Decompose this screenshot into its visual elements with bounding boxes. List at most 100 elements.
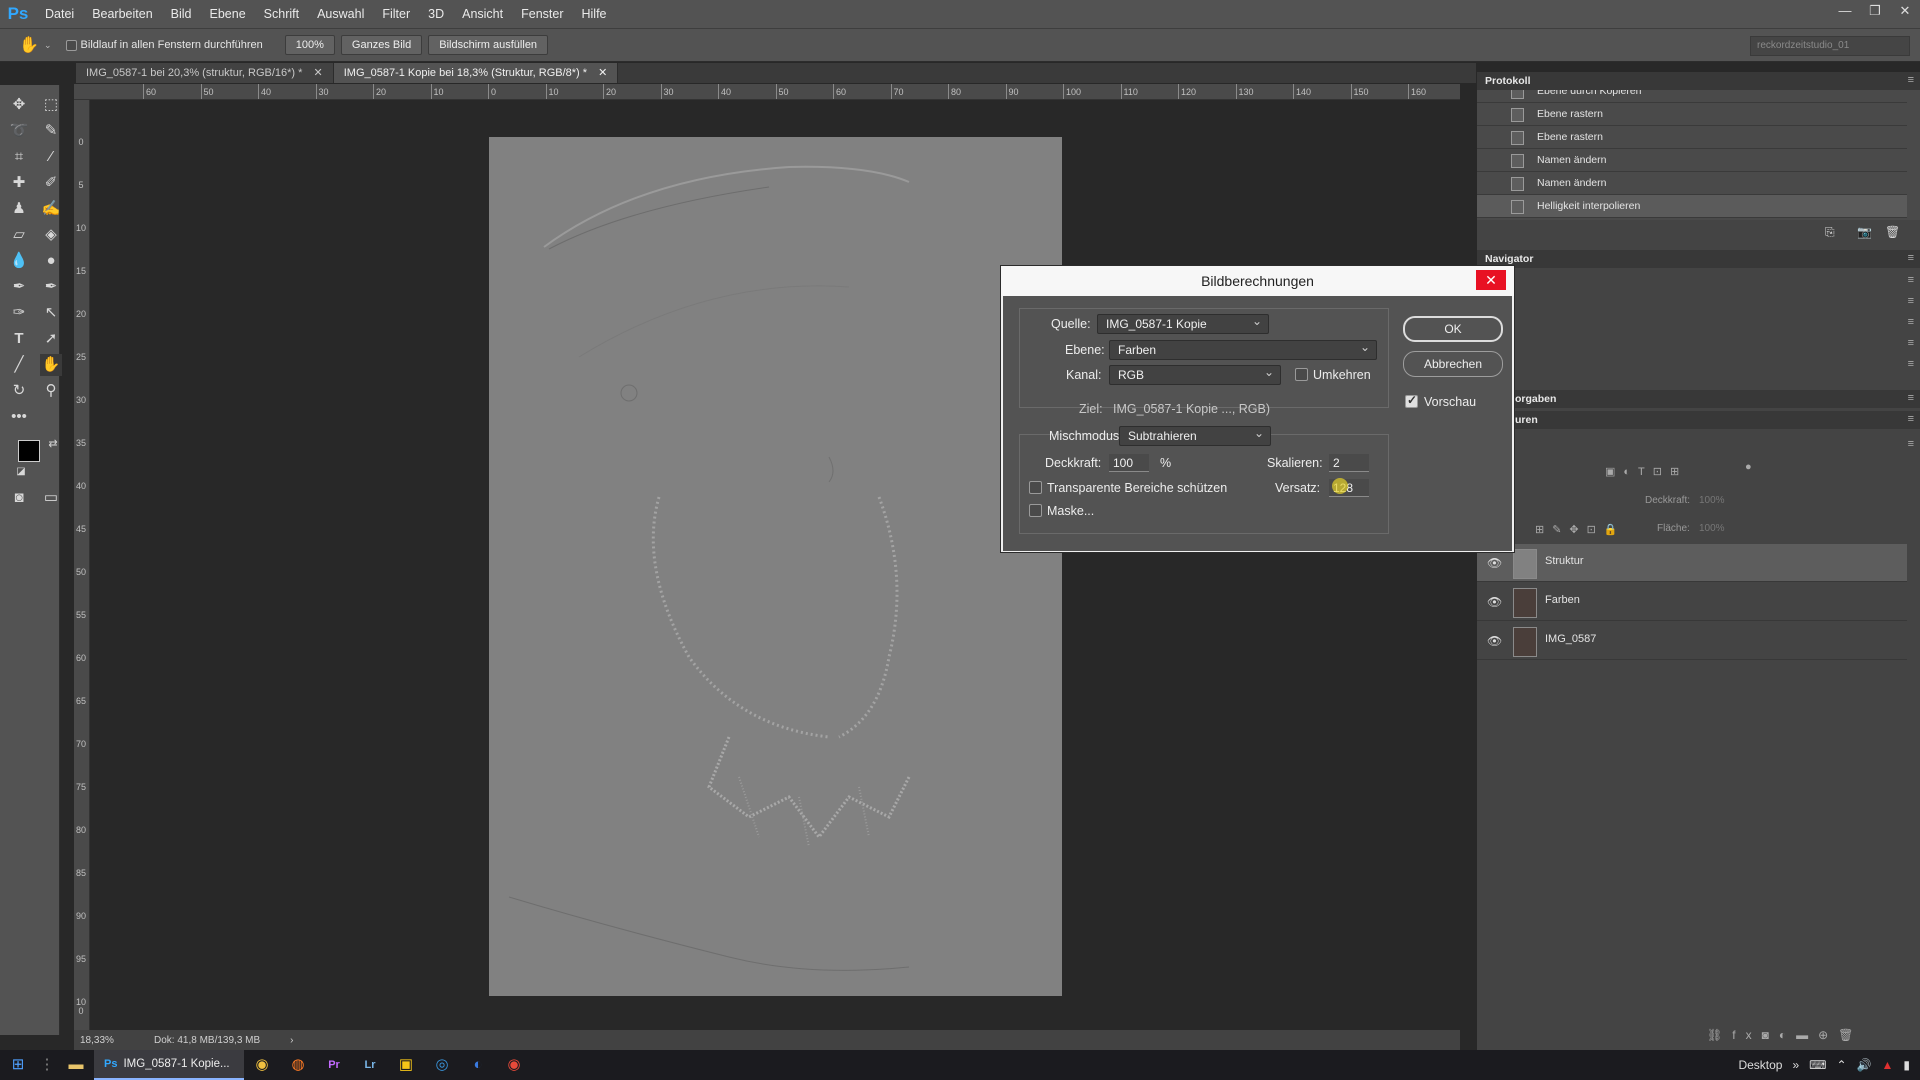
panel-menu-icon[interactable]: ≡: [1908, 252, 1914, 264]
panel-title-partial[interactable]: uren: [1477, 411, 1920, 429]
taskbar-photoshop[interactable]: Ps IMG_0587-1 Kopie...: [94, 1050, 244, 1080]
filter-toggle-icon[interactable]: ●: [1745, 461, 1752, 473]
lightroom-icon[interactable]: Lr: [352, 1050, 388, 1080]
history-item[interactable]: Ebene durch Kopieren: [1477, 90, 1907, 103]
firefox-icon[interactable]: ◍: [280, 1050, 316, 1080]
preview-checkbox[interactable]: [1405, 393, 1418, 408]
history-panel-title[interactable]: Protokoll: [1477, 72, 1920, 90]
layer-filter-icons[interactable]: ▣◐T⊡⊞: [1605, 465, 1735, 479]
panel-menu-icon[interactable]: ≡: [1908, 74, 1914, 86]
zoom-100-button[interactable]: 100%: [284, 35, 335, 55]
menu-datei[interactable]: Datei: [36, 0, 83, 28]
scroll-all-checkbox[interactable]: [65, 39, 77, 51]
close-tab-icon[interactable]: ✕: [598, 67, 607, 79]
marquee-tool-icon[interactable]: ⬚: [40, 94, 62, 116]
trash-icon[interactable]: 🗑: [1885, 225, 1900, 239]
blend-mode-select[interactable]: Subtrahieren: [1119, 424, 1271, 446]
windows-start-icon[interactable]: ⊞: [0, 1050, 36, 1080]
visibility-eye-icon[interactable]: 👁: [1487, 595, 1502, 609]
opacity-value[interactable]: 100%: [1699, 495, 1725, 506]
history-item[interactable]: Ebene rastern: [1477, 103, 1907, 126]
notification-icon[interactable]: ▲: [1882, 1058, 1894, 1072]
premiere-icon[interactable]: Pr: [316, 1050, 352, 1080]
panel-menu-icon[interactable]: ≡: [1908, 392, 1914, 404]
desktop-toolbar-label[interactable]: Desktop: [1738, 1058, 1782, 1072]
navigator-panel-title[interactable]: Navigator: [1477, 250, 1920, 268]
quick-mask-icon[interactable]: ◙: [8, 487, 30, 509]
visibility-eye-icon[interactable]: 👁: [1487, 634, 1502, 648]
visibility-eye-icon[interactable]: 👁: [1487, 556, 1502, 570]
network-icon[interactable]: ▮: [1903, 1058, 1910, 1072]
tab-document-1[interactable]: IMG_0587-1 bei 20,3% (struktur, RGB/16*)…: [76, 63, 334, 83]
direct-select-tool-icon[interactable]: ➚: [40, 328, 62, 350]
history-brush-tool-icon[interactable]: ✍: [40, 198, 62, 220]
blur-tool-icon[interactable]: 💧: [8, 250, 30, 272]
status-arrow-icon[interactable]: ›: [290, 1035, 293, 1046]
workspace-select[interactable]: reckordzeitstudio_01: [1750, 36, 1910, 56]
default-colors-icon[interactable]: ◪: [10, 461, 32, 483]
close-tab-icon[interactable]: ✕: [314, 67, 323, 79]
show-hidden-icon[interactable]: ⌃: [1836, 1058, 1846, 1072]
menu-bearbeiten[interactable]: Bearbeiten: [83, 0, 161, 28]
history-item[interactable]: Ebene rastern: [1477, 126, 1907, 149]
eyedropper-tool-icon[interactable]: ⁄: [40, 146, 62, 168]
move-tool-icon[interactable]: ✥: [8, 94, 30, 116]
dialog-close-button[interactable]: ✕: [1476, 270, 1506, 290]
rotate-view-tool-icon[interactable]: ↻: [8, 380, 30, 402]
folder-icon[interactable]: ▣: [388, 1050, 424, 1080]
preserve-transparency-checkbox[interactable]: [1029, 481, 1042, 494]
menu-3d[interactable]: 3D: [419, 0, 453, 28]
history-item-selected[interactable]: Helligkeit interpolieren: [1477, 195, 1907, 218]
line-tool-icon[interactable]: ╱: [8, 354, 30, 376]
eraser-tool-icon[interactable]: ▱: [8, 224, 30, 246]
quick-select-tool-icon[interactable]: ✎: [40, 120, 62, 142]
tray-overflow-icon[interactable]: »: [1792, 1058, 1799, 1072]
layers-footer-icons[interactable]: ⛓fx◙◐▬⊕🗑: [1707, 1028, 1917, 1044]
browser-icon[interactable]: ◎: [424, 1050, 460, 1080]
new-doc-from-state-icon[interactable]: ⎘: [1825, 225, 1835, 240]
paint-bucket-tool-icon[interactable]: ◈: [40, 224, 62, 246]
lasso-tool-icon[interactable]: ➰: [8, 120, 30, 142]
more-tools-icon[interactable]: •••: [8, 406, 30, 428]
mask-checkbox[interactable]: [1029, 504, 1042, 517]
lock-icons[interactable]: ⊞✎✥⊡🔒: [1535, 523, 1665, 537]
menu-bild[interactable]: Bild: [162, 0, 201, 28]
panel-menu-icon[interactable]: ≡: [1908, 316, 1914, 328]
history-item[interactable]: Namen ändern: [1477, 172, 1907, 195]
panel-menu-icon[interactable]: ≡: [1908, 438, 1914, 450]
hand-tool-icon[interactable]: ✋: [14, 35, 44, 55]
minimize-icon[interactable]: —: [1830, 0, 1860, 22]
ok-button[interactable]: OK: [1403, 316, 1503, 342]
menu-schrift[interactable]: Schrift: [255, 0, 308, 28]
menu-fenster[interactable]: Fenster: [512, 0, 572, 28]
panel-menu-icon[interactable]: ≡: [1908, 274, 1914, 286]
snapshot-icon[interactable]: 📷: [1857, 225, 1872, 239]
zoom-tool-icon[interactable]: ⚲: [40, 380, 62, 402]
menu-auswahl[interactable]: Auswahl: [308, 0, 373, 28]
fill-screen-button[interactable]: Bildschirm ausfüllen: [428, 35, 549, 55]
screen-mode-icon[interactable]: ▭: [40, 487, 62, 509]
cancel-button[interactable]: Abbrechen: [1403, 351, 1503, 377]
layer-select[interactable]: Farben: [1109, 338, 1377, 360]
swap-colors-icon[interactable]: ⇄: [42, 433, 64, 455]
opacity-input[interactable]: 100: [1109, 454, 1149, 472]
zoom-readout[interactable]: 18,33%: [80, 1035, 140, 1046]
panel-title-partial[interactable]: orgaben: [1477, 390, 1920, 408]
keyboard-icon[interactable]: ⌨: [1809, 1058, 1826, 1072]
hand-tool-icon[interactable]: ✋: [40, 354, 62, 376]
layer-row-img-0587[interactable]: 👁 IMG_0587: [1477, 622, 1907, 660]
panel-menu-icon[interactable]: ≡: [1908, 358, 1914, 370]
pen-tool-icon[interactable]: ✒: [8, 276, 30, 298]
freeform-pen-tool-icon[interactable]: ✒: [40, 276, 62, 298]
panel-menu-icon[interactable]: ≡: [1908, 337, 1914, 349]
app-icon[interactable]: ◉: [244, 1050, 280, 1080]
tool-preset-chevron-icon[interactable]: ⌄: [44, 40, 52, 51]
layer-row-farben[interactable]: 👁 Farben: [1477, 583, 1907, 621]
fit-screen-button[interactable]: Ganzes Bild: [340, 35, 423, 55]
channel-select[interactable]: RGB: [1109, 363, 1281, 385]
history-item[interactable]: Namen ändern: [1477, 149, 1907, 172]
source-select[interactable]: IMG_0587-1 Kopie: [1097, 312, 1269, 334]
foreground-color-swatch[interactable]: [18, 440, 40, 462]
restore-icon[interactable]: ❐: [1860, 0, 1890, 22]
chrome-icon[interactable]: ◉: [496, 1050, 532, 1080]
